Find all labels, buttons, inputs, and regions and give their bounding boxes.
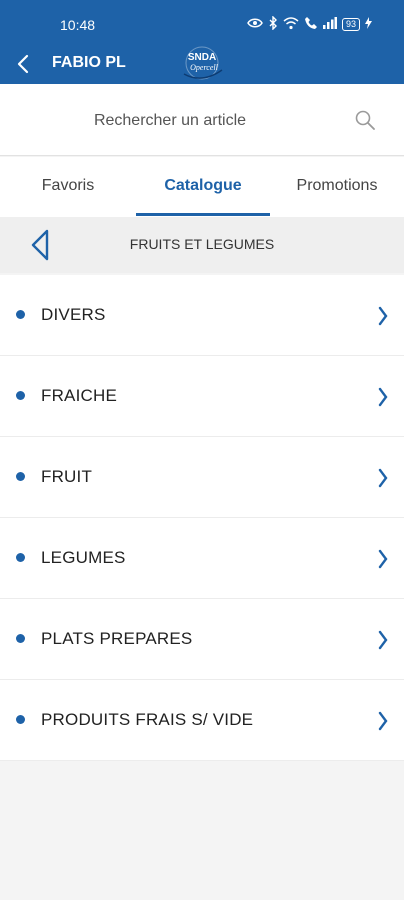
list-item-label: LEGUMES xyxy=(41,548,126,567)
signal-icon xyxy=(322,17,337,32)
company-logo: SNDA Opercell xyxy=(176,44,228,82)
svg-text:Opercell: Opercell xyxy=(190,63,218,72)
list-item-label: FRUIT xyxy=(41,467,93,486)
bullet-icon xyxy=(16,310,25,319)
list-item-label: PRODUITS FRAIS S/ VIDE xyxy=(41,710,254,729)
category-header: FRUITS ET LEGUMES xyxy=(0,217,404,273)
bullet-icon xyxy=(16,391,25,400)
chevron-right-icon xyxy=(376,467,390,489)
list-item[interactable]: LEGUMES xyxy=(0,518,404,599)
list-item[interactable]: FRAICHE xyxy=(0,356,404,437)
status-icons: 93 xyxy=(247,15,372,33)
bullet-icon xyxy=(16,553,25,562)
status-bar: 10:48 93 xyxy=(0,0,404,44)
bullet-icon xyxy=(16,634,25,643)
list-item[interactable]: DIVERS xyxy=(0,275,404,356)
call-icon xyxy=(304,16,318,33)
bullet-icon xyxy=(16,472,25,481)
status-time: 10:48 xyxy=(60,17,96,33)
list-item-label: FRAICHE xyxy=(41,386,118,405)
search-bar[interactable]: Rechercher un article xyxy=(0,84,404,156)
list-item[interactable]: PLATS PREPARES xyxy=(0,599,404,680)
app-title: FABIO PL xyxy=(52,54,126,71)
tab-catalogue[interactable]: Catalogue xyxy=(136,157,270,217)
category-title: FRUITS ET LEGUMES xyxy=(129,236,275,252)
active-tab-indicator xyxy=(136,213,270,216)
list-item[interactable]: PRODUITS FRAIS S/ VIDE xyxy=(0,680,404,761)
tab-favoris[interactable]: Favoris xyxy=(0,157,136,217)
charging-icon xyxy=(365,17,372,32)
battery-icon: 93 xyxy=(341,18,360,31)
chevron-right-icon xyxy=(376,305,390,327)
bluetooth-icon xyxy=(268,15,278,33)
svg-text:SNDA: SNDA xyxy=(188,52,216,63)
category-list: DIVERS FRAICHE FRUIT LEGUMES PLATS PREPA… xyxy=(0,275,404,761)
chevron-right-icon xyxy=(376,710,390,732)
chevron-right-icon xyxy=(376,629,390,651)
bullet-icon xyxy=(16,715,25,724)
app-bar: FABIO PL SNDA Opercell xyxy=(0,44,404,84)
search-icon[interactable] xyxy=(354,109,376,131)
tab-bar: Favoris Catalogue Promotions xyxy=(0,157,404,217)
tab-promotions[interactable]: Promotions xyxy=(270,157,404,217)
wifi-icon xyxy=(283,16,299,33)
chevron-right-icon xyxy=(376,386,390,408)
back-arrow-icon[interactable] xyxy=(10,50,38,78)
chevron-right-icon xyxy=(376,548,390,570)
eye-icon xyxy=(247,17,263,32)
list-item-label: PLATS PREPARES xyxy=(41,629,193,648)
list-item[interactable]: FRUIT xyxy=(0,437,404,518)
search-input[interactable]: Rechercher un article xyxy=(0,112,340,130)
list-item-label: DIVERS xyxy=(41,305,106,324)
